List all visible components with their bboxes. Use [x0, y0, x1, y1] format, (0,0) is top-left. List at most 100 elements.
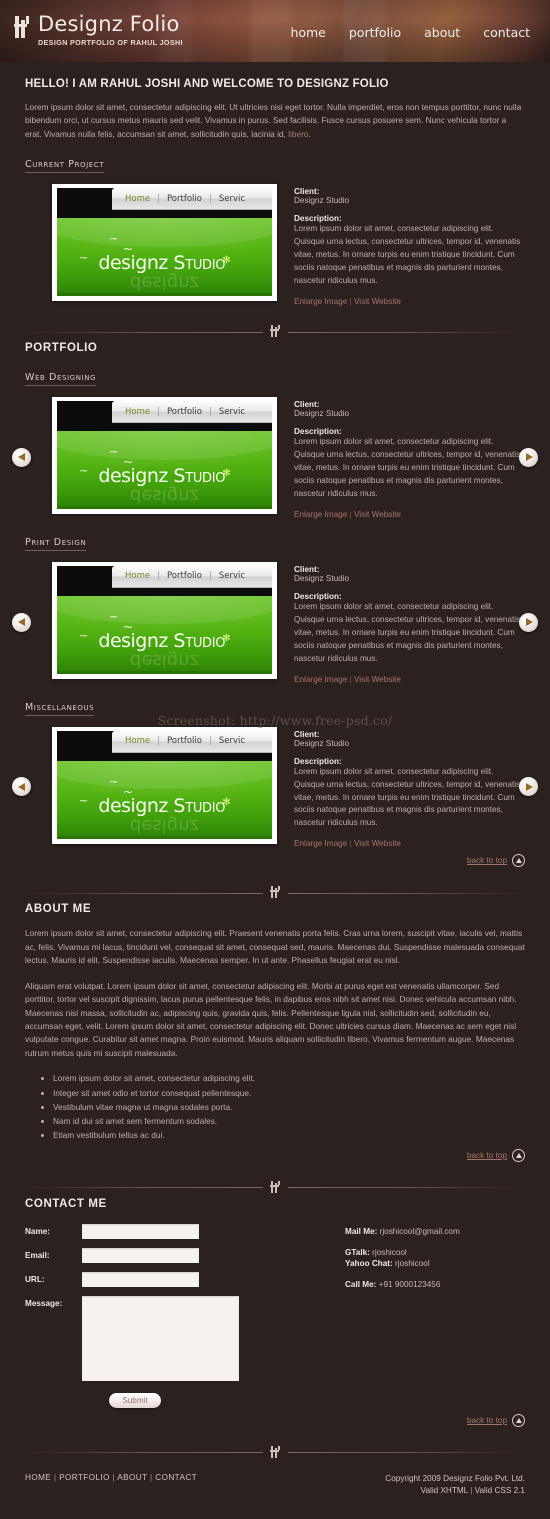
intro-link-libero[interactable]: libero [288, 129, 308, 139]
submit-button[interactable]: Submit [109, 1392, 161, 1408]
divider-line-left [25, 892, 263, 894]
visit-website-link[interactable]: Visit Website [354, 675, 401, 684]
project-thumbnail-frame: Home | Portfolio | Servic ~ ~ ~ designz St… [52, 561, 277, 679]
thumb-hero: ~ ~ ~ designz Studio✻ designz [57, 218, 272, 297]
visit-website-link[interactable]: Visit Website [354, 297, 401, 306]
site-footer: HOME | PORTFOLIO | ABOUT | CONTACT Copyr… [25, 1473, 525, 1519]
message-textarea[interactable] [82, 1295, 239, 1381]
project-thumbnail-wrapper[interactable]: Home | Portfolio | Servic ~ ~ ~ designz St… [52, 397, 277, 519]
nav-item-contact[interactable]: contact [483, 25, 530, 40]
nav-item-portfolio[interactable]: portfolio [349, 25, 401, 40]
visit-website-link[interactable]: Visit Website [354, 510, 401, 519]
thumb-logo-caps: Studio [173, 794, 226, 817]
gtalk-value: rjoshicool [372, 1247, 407, 1257]
thumb-logo-caps: Studio [173, 629, 226, 652]
up-arrow-icon[interactable] [512, 1148, 525, 1162]
thumb-menu-portfolio: Portfolio [166, 571, 202, 582]
back-to-top-link[interactable]: back to top [467, 1416, 507, 1425]
name-input[interactable] [82, 1223, 199, 1239]
carousel-prev-button-web[interactable] [12, 447, 31, 467]
divider-line-right [287, 1187, 525, 1189]
section-divider [25, 883, 525, 903]
valid-css-link[interactable]: Valid CSS 2.1 [475, 1486, 525, 1495]
footer-link-contact[interactable]: CONTACT [155, 1473, 197, 1482]
footer-sep2: | [112, 1472, 116, 1482]
carousel-next-button-print[interactable] [519, 612, 538, 632]
footer-sep4: | [470, 1485, 473, 1495]
back-to-top-link[interactable]: back to top [467, 856, 507, 865]
url-label: URL: [25, 1274, 45, 1284]
project-thumbnail-image: Home | Portfolio | Servic ~ ~ ~ designz St… [57, 188, 272, 297]
site-header: Designz Folio DESIGN PORTFOLIO OF RAHUL … [0, 0, 550, 62]
validity-row: Valid XHTML | Valid CSS 2.1 [385, 1485, 525, 1497]
footer-link-home[interactable]: HOME [25, 1473, 51, 1482]
thumb-menu-home: Home [125, 736, 151, 747]
nav-item-home[interactable]: home [290, 25, 325, 40]
back-to-top-contact[interactable]: back to top [25, 1413, 525, 1427]
footer-sep1: | [53, 1472, 57, 1482]
thumb-menu-services: Servic [218, 406, 246, 417]
call-row: Call Me: +91 9000123456 [345, 1279, 460, 1291]
project-thumbnail-wrapper[interactable]: Home | Portfolio | Servic ~ ~ ~ designz St… [52, 726, 277, 849]
yahoo-row: Yahoo Chat: rjoshicool [345, 1258, 460, 1270]
enlarge-image-link[interactable]: Enlarge Image [294, 839, 347, 848]
project-web-designing: Home | Portfolio | Servic ~ ~ ~ designz St… [12, 397, 538, 519]
primary-navigation[interactable]: home portfolio about contact [290, 25, 530, 40]
thumb-logo-reflection: designz [129, 485, 200, 507]
enlarge-image-link[interactable]: Enlarge Image [294, 297, 347, 306]
section-heading-contact-me: CONTACT ME [25, 1197, 107, 1210]
back-to-top-portfolio[interactable]: back to top [25, 854, 525, 868]
enlarge-image-link[interactable]: Enlarge Image [294, 675, 347, 684]
divider-line-right [287, 892, 525, 894]
list-item: Nam id dui sit amet sem fermentum sodale… [53, 1114, 525, 1128]
back-to-top-about[interactable]: back to top [25, 1148, 525, 1162]
nav-item-about[interactable]: about [424, 25, 460, 40]
divider-line-left [25, 331, 263, 333]
list-item: Lorem ipsum dolor sit amet, consectetur … [53, 1071, 525, 1085]
right-arrow-icon [525, 782, 533, 791]
section-divider [25, 1443, 525, 1463]
list-item: Vestibulum vitae magna ut magna sodales … [53, 1100, 525, 1114]
footer-navigation[interactable]: HOME | PORTFOLIO | ABOUT | CONTACT [25, 1473, 197, 1482]
thumb-menu-sep1: | [157, 736, 160, 747]
thumb-menu-portfolio: Portfolio [166, 406, 202, 417]
df-divider-icon [268, 1445, 283, 1460]
client-label: Client: [294, 564, 320, 574]
carousel-prev-button-print[interactable] [12, 612, 31, 632]
url-input[interactable] [82, 1271, 199, 1287]
footer-copyright: Copyright 2009 Designz Folio Pvt. Ltd. V… [385, 1473, 525, 1498]
client-value: Designz Studio [294, 409, 350, 419]
footer-link-about[interactable]: ABOUT [117, 1473, 147, 1482]
project-thumbnail-wrapper[interactable]: Home | Portfolio | Servic ~ ~ ~ designz St… [52, 561, 277, 684]
thumb-menu-portfolio: Portfolio [166, 193, 202, 204]
carousel-prev-button-misc[interactable] [12, 777, 31, 797]
left-arrow-icon [17, 453, 25, 462]
carousel-next-button-web[interactable] [519, 447, 538, 467]
back-to-top-link[interactable]: back to top [467, 1151, 507, 1160]
valid-xhtml-link[interactable]: Valid XHTML [421, 1486, 468, 1495]
intro-paragraph: Lorem ipsum dolor sit amet, consectetur … [25, 101, 525, 141]
star-icon: ✻ [222, 632, 231, 644]
description-label: Description: [294, 591, 342, 601]
thumb-menu: Home | Portfolio | Servic [112, 730, 272, 753]
project-links: Enlarge Image | Visit Website [294, 297, 525, 306]
up-arrow-icon[interactable] [512, 854, 525, 868]
project-thumbnail-frame: Home | Portfolio | Servic ~ ~ ~ designz St… [52, 726, 277, 844]
divider-line-right [287, 1452, 525, 1454]
project-thumbnail-wrapper[interactable]: Home | Portfolio | Servic ~ ~ ~ designz St… [52, 184, 277, 306]
email-label: Email: [25, 1250, 50, 1260]
section-heading-portfolio: PORTFOLIO [25, 342, 98, 355]
up-arrow-icon[interactable] [512, 1413, 525, 1427]
site-logo[interactable]: Designz Folio DESIGN PORTFOLIO OF RAHUL … [14, 14, 183, 46]
thumb-menu-sep1: | [157, 406, 160, 417]
email-input[interactable] [82, 1247, 199, 1263]
visit-website-link[interactable]: Visit Website [354, 839, 401, 848]
description-value: Lorem ipsum dolor sit amet, consectetur … [294, 437, 521, 498]
section-divider [25, 322, 525, 342]
carousel-next-button-misc[interactable] [519, 777, 538, 797]
section-heading-current-project: Current Project [25, 159, 105, 174]
df-divider-icon [268, 886, 283, 900]
enlarge-image-link[interactable]: Enlarge Image [294, 510, 347, 519]
mail-value[interactable]: rjoshicool@gmail.com [380, 1227, 460, 1236]
footer-link-portfolio[interactable]: PORTFOLIO [59, 1473, 110, 1482]
